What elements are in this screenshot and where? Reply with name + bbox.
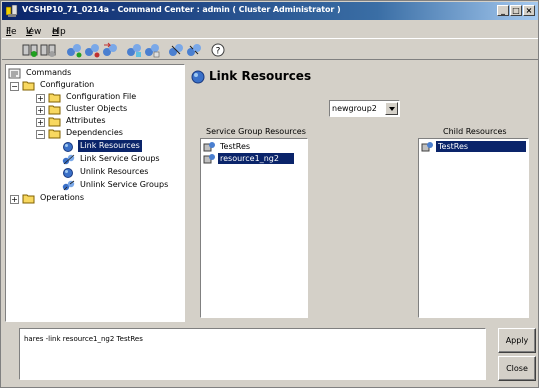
command-text: hares -link resource1_ng2 TestRes bbox=[24, 335, 143, 343]
expand-operations[interactable]: + bbox=[10, 195, 19, 204]
folder-icon bbox=[48, 93, 61, 103]
close-button[interactable]: Close bbox=[498, 356, 536, 381]
online-icon[interactable] bbox=[22, 42, 38, 58]
collapse-dependencies[interactable]: − bbox=[36, 130, 45, 139]
link-icon[interactable] bbox=[168, 42, 184, 58]
toolbar: ? bbox=[2, 38, 538, 60]
service-group-select[interactable]: newgroup2 bbox=[329, 100, 400, 117]
page-title: Link Resources bbox=[209, 69, 312, 83]
menu-bar: File View Help bbox=[6, 27, 66, 37]
tree-item-unlink-resources[interactable]: Unlink Resources bbox=[8, 166, 178, 179]
tree-item-operations[interactable]: + Operations bbox=[8, 192, 178, 205]
unlink-service-groups-icon bbox=[62, 180, 75, 191]
minimize-button[interactable]: _ bbox=[497, 5, 509, 16]
resource-icon bbox=[203, 142, 215, 152]
collapse-configuration[interactable]: − bbox=[10, 82, 19, 91]
command-text-box[interactable]: hares -link resource1_ng2 TestRes bbox=[19, 328, 486, 380]
group-offline-icon[interactable] bbox=[84, 42, 100, 58]
title-bar[interactable]: VCSHP10_71_0214a - Command Center : admi… bbox=[2, 2, 538, 20]
dropdown-button[interactable] bbox=[385, 102, 398, 115]
command-tree: Commands − Configuration + Configuration… bbox=[5, 64, 185, 322]
apply-button[interactable]: Apply bbox=[498, 328, 536, 353]
unlink-icon[interactable] bbox=[186, 42, 202, 58]
expand-configuration-file[interactable]: + bbox=[36, 94, 45, 103]
folder-open-icon bbox=[22, 81, 35, 91]
group-online-icon[interactable] bbox=[66, 42, 82, 58]
unlink-resources-icon bbox=[63, 168, 73, 178]
child-resources-list[interactable]: TestRes bbox=[418, 138, 529, 318]
offline-icon[interactable] bbox=[40, 42, 56, 58]
folder-icon bbox=[48, 117, 61, 127]
expand-attributes[interactable]: + bbox=[36, 118, 45, 127]
link-resources-panel: Link Resources newgroup2 Service Group R… bbox=[187, 64, 537, 322]
tree-item-link-resources[interactable]: Link Resources bbox=[8, 140, 178, 153]
link-service-groups-icon bbox=[62, 154, 75, 165]
switch-icon[interactable] bbox=[102, 42, 118, 58]
link-resources-icon bbox=[63, 142, 73, 152]
folder-icon bbox=[22, 194, 35, 204]
svg-text:?: ? bbox=[216, 47, 221, 57]
service-group-select-value: newgroup2 bbox=[332, 104, 377, 113]
app-icon bbox=[6, 5, 18, 17]
chevron-down-icon bbox=[389, 107, 395, 111]
folder-open-icon bbox=[48, 129, 61, 139]
expand-cluster-objects[interactable]: + bbox=[36, 106, 45, 115]
maximize-button[interactable]: □ bbox=[510, 5, 522, 16]
list-item[interactable]: TestRes bbox=[421, 141, 526, 153]
help-icon[interactable]: ? bbox=[210, 42, 226, 58]
command-center-window: VCSHP10_71_0214a - Command Center : admi… bbox=[0, 0, 539, 388]
service-group-resources-list[interactable]: TestRes resource1_ng2 bbox=[200, 138, 308, 318]
list-item[interactable]: TestRes bbox=[203, 141, 303, 153]
commands-icon bbox=[8, 68, 21, 79]
service-group-resources-caption: Service Group Resources bbox=[206, 127, 306, 136]
tree-item-unlink-service-groups[interactable]: Unlink Service Groups bbox=[8, 179, 178, 192]
resource-icon bbox=[203, 154, 215, 164]
unfreeze-icon[interactable] bbox=[144, 42, 160, 58]
tree-item-link-service-groups[interactable]: Link Service Groups bbox=[8, 153, 178, 166]
resource-icon bbox=[421, 142, 433, 152]
link-resources-header-icon bbox=[191, 70, 205, 84]
freeze-icon[interactable] bbox=[126, 42, 142, 58]
folder-icon bbox=[48, 105, 61, 115]
tree-item-dependencies[interactable]: − Dependencies bbox=[8, 127, 178, 140]
window-title: VCSHP10_71_0214a - Command Center : admi… bbox=[22, 5, 341, 14]
list-item[interactable]: resource1_ng2 bbox=[203, 153, 303, 165]
close-window-button[interactable]: × bbox=[523, 5, 535, 16]
child-resources-caption: Child Resources bbox=[443, 127, 507, 136]
